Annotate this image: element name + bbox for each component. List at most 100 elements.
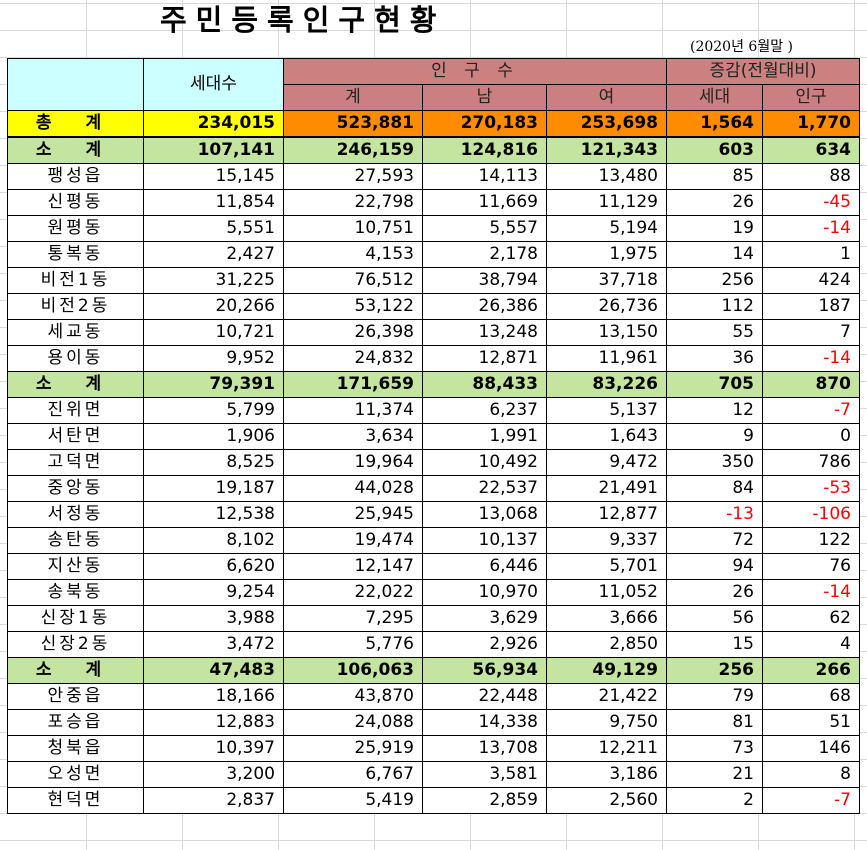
cell-change-population: 68 xyxy=(762,683,860,710)
cell-female: 11,961 xyxy=(546,345,667,372)
population-table: 세대수 인 구 수 증감(전월대비) 계 남 여 세대 인구 총 계 234,0… xyxy=(7,58,860,814)
cell-households: 11,854 xyxy=(143,189,284,216)
subtotal-label: 소 계 xyxy=(7,136,144,164)
cell-change-households: 112 xyxy=(666,293,763,320)
cell-population: 43,870 xyxy=(283,683,423,710)
district-name: 진위면 xyxy=(7,397,144,424)
cell-change-households: 79 xyxy=(666,683,763,710)
district-name: 세교동 xyxy=(7,319,144,346)
cell-change-population: 88 xyxy=(762,163,860,190)
cell-female: 1,975 xyxy=(546,241,667,268)
grand-total-households: 234,015 xyxy=(143,110,284,138)
table-row: 청북읍 10,397 25,919 13,708 12,211 73 146 xyxy=(7,735,860,762)
cell-female: 9,750 xyxy=(546,709,667,736)
cell-households: 9,952 xyxy=(143,345,284,372)
district-name: 용이동 xyxy=(7,345,144,372)
cell-households: 5,551 xyxy=(143,215,284,242)
cell-male: 10,970 xyxy=(422,579,547,606)
cell-change-population: -7 xyxy=(762,787,860,814)
table-row: 고덕면 8,525 19,964 10,492 9,472 350 786 xyxy=(7,449,860,476)
header-pop-total: 계 xyxy=(283,84,423,111)
cell-male: 22,448 xyxy=(422,683,547,710)
subtotal-households: 79,391 xyxy=(143,371,284,398)
cell-female: 2,850 xyxy=(546,631,667,658)
cell-population: 24,088 xyxy=(283,709,423,736)
subtotal-row: 소 계 47,483 106,063 56,934 49,129 256 266 xyxy=(7,657,860,684)
cell-male: 11,669 xyxy=(422,189,547,216)
cell-male: 12,871 xyxy=(422,345,547,372)
district-name: 서탄면 xyxy=(7,423,144,450)
cell-change-households: 350 xyxy=(666,449,763,476)
table-body: 총 계 234,015 523,881 270,183 253,698 1,56… xyxy=(7,110,860,814)
subtotal-label: 소 계 xyxy=(7,371,144,398)
cell-change-households: 19 xyxy=(666,215,763,242)
cell-male: 10,492 xyxy=(422,449,547,476)
cell-female: 2,560 xyxy=(546,787,667,814)
header-change-population: 인구 xyxy=(762,84,860,111)
table-row: 원평동 5,551 10,751 5,557 5,194 19 -14 xyxy=(7,215,860,242)
cell-female: 21,491 xyxy=(546,475,667,502)
cell-population: 24,832 xyxy=(283,345,423,372)
grand-total-change-population: 1,770 xyxy=(762,110,860,138)
cell-change-households: 81 xyxy=(666,709,763,736)
cell-population: 19,474 xyxy=(283,527,423,554)
cell-population: 6,767 xyxy=(283,761,423,788)
cell-population: 76,512 xyxy=(283,267,423,294)
cell-female: 5,701 xyxy=(546,553,667,580)
subtotal-population: 106,063 xyxy=(283,657,423,684)
cell-households: 31,225 xyxy=(143,267,284,294)
cell-change-households: -13 xyxy=(666,501,763,528)
table-row: 비전2동 20,266 53,122 26,386 26,736 112 187 xyxy=(7,293,860,320)
subtotal-change-households: 256 xyxy=(666,657,763,684)
cell-male: 13,248 xyxy=(422,319,547,346)
district-name: 송북동 xyxy=(7,579,144,606)
header-corner-cell xyxy=(7,58,144,111)
cell-female: 13,480 xyxy=(546,163,667,190)
cell-change-population: 4 xyxy=(762,631,860,658)
cell-change-households: 12 xyxy=(666,397,763,424)
cell-female: 9,472 xyxy=(546,449,667,476)
cell-female: 5,137 xyxy=(546,397,667,424)
cell-households: 5,799 xyxy=(143,397,284,424)
cell-change-households: 26 xyxy=(666,189,763,216)
subtotal-households: 107,141 xyxy=(143,136,284,164)
cell-population: 22,022 xyxy=(283,579,423,606)
district-name: 신장2동 xyxy=(7,631,144,658)
district-name: 원평동 xyxy=(7,215,144,242)
cell-male: 26,386 xyxy=(422,293,547,320)
cell-change-households: 72 xyxy=(666,527,763,554)
cell-population: 3,634 xyxy=(283,423,423,450)
subtotal-row: 소 계 107,141 246,159 124,816 121,343 603 634 xyxy=(7,136,860,164)
page-title: 주민등록인구현황 xyxy=(160,3,446,37)
table-row: 지산동 6,620 12,147 6,446 5,701 94 76 xyxy=(7,553,860,580)
cell-male: 1,991 xyxy=(422,423,547,450)
cell-change-population: 187 xyxy=(762,293,860,320)
cell-change-population: 786 xyxy=(762,449,860,476)
cell-change-households: 2 xyxy=(666,787,763,814)
grand-total-male: 270,183 xyxy=(422,110,547,138)
cell-population: 25,919 xyxy=(283,735,423,762)
cell-households: 12,538 xyxy=(143,501,284,528)
table-row: 송탄동 8,102 19,474 10,137 9,337 72 122 xyxy=(7,527,860,554)
cell-change-population: 0 xyxy=(762,423,860,450)
cell-female: 1,643 xyxy=(546,423,667,450)
district-name: 포승읍 xyxy=(7,709,144,736)
cell-change-households: 84 xyxy=(666,475,763,502)
cell-change-population: 76 xyxy=(762,553,860,580)
table-row: 포승읍 12,883 24,088 14,338 9,750 81 51 xyxy=(7,709,860,736)
subtotal-female: 121,343 xyxy=(546,136,667,164)
cell-female: 12,211 xyxy=(546,735,667,762)
cell-change-households: 21 xyxy=(666,761,763,788)
cell-male: 2,178 xyxy=(422,241,547,268)
table-row: 송북동 9,254 22,022 10,970 11,052 26 -14 xyxy=(7,579,860,606)
cell-households: 8,102 xyxy=(143,527,284,554)
cell-change-households: 15 xyxy=(666,631,763,658)
table-row: 신장2동 3,472 5,776 2,926 2,850 15 4 xyxy=(7,631,860,658)
table-row: 오성면 3,200 6,767 3,581 3,186 21 8 xyxy=(7,761,860,788)
district-name: 서정동 xyxy=(7,501,144,528)
header-pop-female: 여 xyxy=(546,84,667,111)
table-row: 현덕면 2,837 5,419 2,859 2,560 2 -7 xyxy=(7,787,860,814)
cell-male: 38,794 xyxy=(422,267,547,294)
subtotal-population: 171,659 xyxy=(283,371,423,398)
cell-change-population: 122 xyxy=(762,527,860,554)
